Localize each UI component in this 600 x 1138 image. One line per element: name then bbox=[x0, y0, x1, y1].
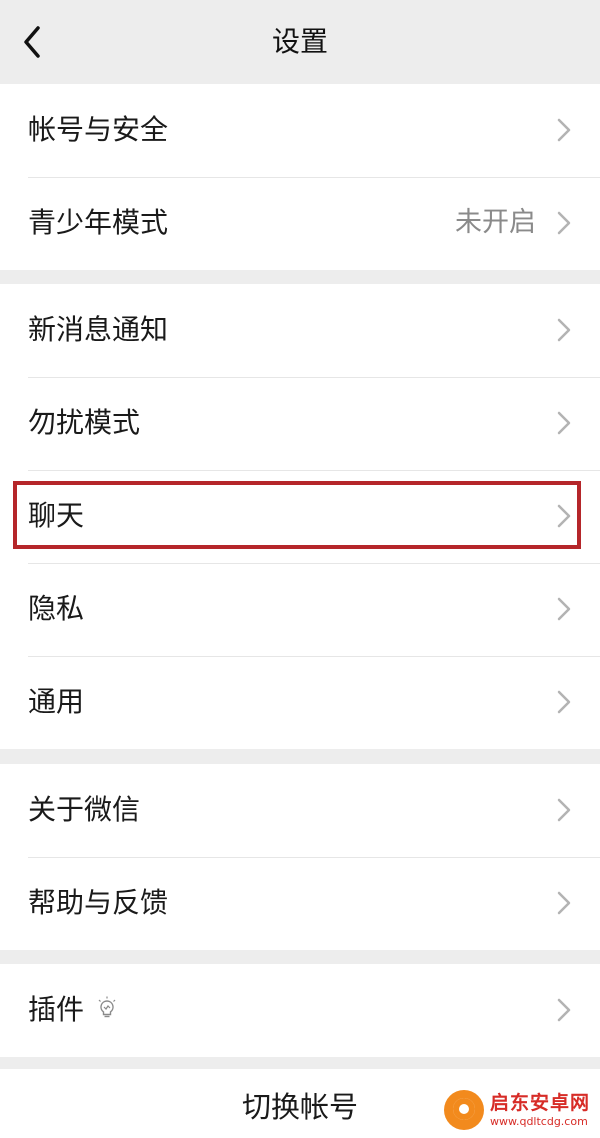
watermark: 启东安卓网 www.qdltcdg.com bbox=[443, 1088, 590, 1132]
settings-item-do-not-disturb[interactable]: 勿扰模式 bbox=[0, 377, 600, 470]
chevron-right-icon bbox=[556, 595, 572, 623]
settings-item-label: 青少年模式 bbox=[28, 206, 169, 239]
lightbulb-icon bbox=[98, 996, 116, 1018]
settings-group-messages: 新消息通知 勿扰模式 聊天 隐私 通用 bbox=[0, 284, 600, 749]
teen-mode-status: 未开启 bbox=[455, 207, 536, 238]
chevron-right-icon bbox=[556, 502, 572, 530]
settings-item-general[interactable]: 通用 bbox=[0, 656, 600, 749]
settings-item-label: 关于微信 bbox=[28, 793, 141, 826]
settings-item-teen-mode[interactable]: 青少年模式 未开启 bbox=[0, 177, 600, 270]
settings-item-account-security[interactable]: 帐号与安全 bbox=[0, 84, 600, 177]
settings-group-plugins: 插件 bbox=[0, 964, 600, 1057]
watermark-name: 启东安卓网 bbox=[489, 1091, 590, 1114]
chevron-right-icon bbox=[556, 409, 572, 437]
settings-group-about: 关于微信 帮助与反馈 bbox=[0, 764, 600, 950]
chevron-right-icon bbox=[556, 996, 572, 1024]
settings-item-privacy[interactable]: 隐私 bbox=[0, 563, 600, 656]
settings-item-label: 新消息通知 bbox=[28, 313, 169, 346]
settings-item-label: 聊天 bbox=[28, 499, 85, 532]
settings-item-plugins[interactable]: 插件 bbox=[0, 964, 600, 1057]
settings-item-label: 帐号与安全 bbox=[28, 113, 169, 146]
chevron-right-icon bbox=[556, 209, 572, 237]
settings-item-label: 帮助与反馈 bbox=[28, 886, 169, 919]
watermark-url: www.qdltcdg.com bbox=[489, 1114, 588, 1128]
settings-item-label: 通用 bbox=[28, 685, 85, 718]
plugins-label-text: 插件 bbox=[28, 993, 85, 1026]
chevron-right-icon bbox=[556, 688, 572, 716]
page-title: 设置 bbox=[271, 25, 328, 58]
chevron-right-icon bbox=[556, 116, 572, 144]
settings-item-label: 勿扰模式 bbox=[28, 406, 141, 439]
settings-group-account: 帐号与安全 青少年模式 未开启 bbox=[0, 84, 600, 270]
chevron-right-icon bbox=[556, 316, 572, 344]
settings-item-chat[interactable]: 聊天 bbox=[0, 470, 600, 563]
settings-item-new-message-notification[interactable]: 新消息通知 bbox=[0, 284, 600, 377]
settings-item-label: 隐私 bbox=[28, 592, 85, 625]
settings-item-label: 插件 bbox=[28, 990, 118, 1030]
settings-item-about-wechat[interactable]: 关于微信 bbox=[0, 764, 600, 857]
chevron-right-icon bbox=[556, 889, 572, 917]
nav-bar: 设置 bbox=[0, 0, 600, 84]
chevron-right-icon bbox=[556, 796, 572, 824]
watermark-logo-icon bbox=[443, 1090, 484, 1130]
settings-item-help-feedback[interactable]: 帮助与反馈 bbox=[0, 857, 600, 950]
